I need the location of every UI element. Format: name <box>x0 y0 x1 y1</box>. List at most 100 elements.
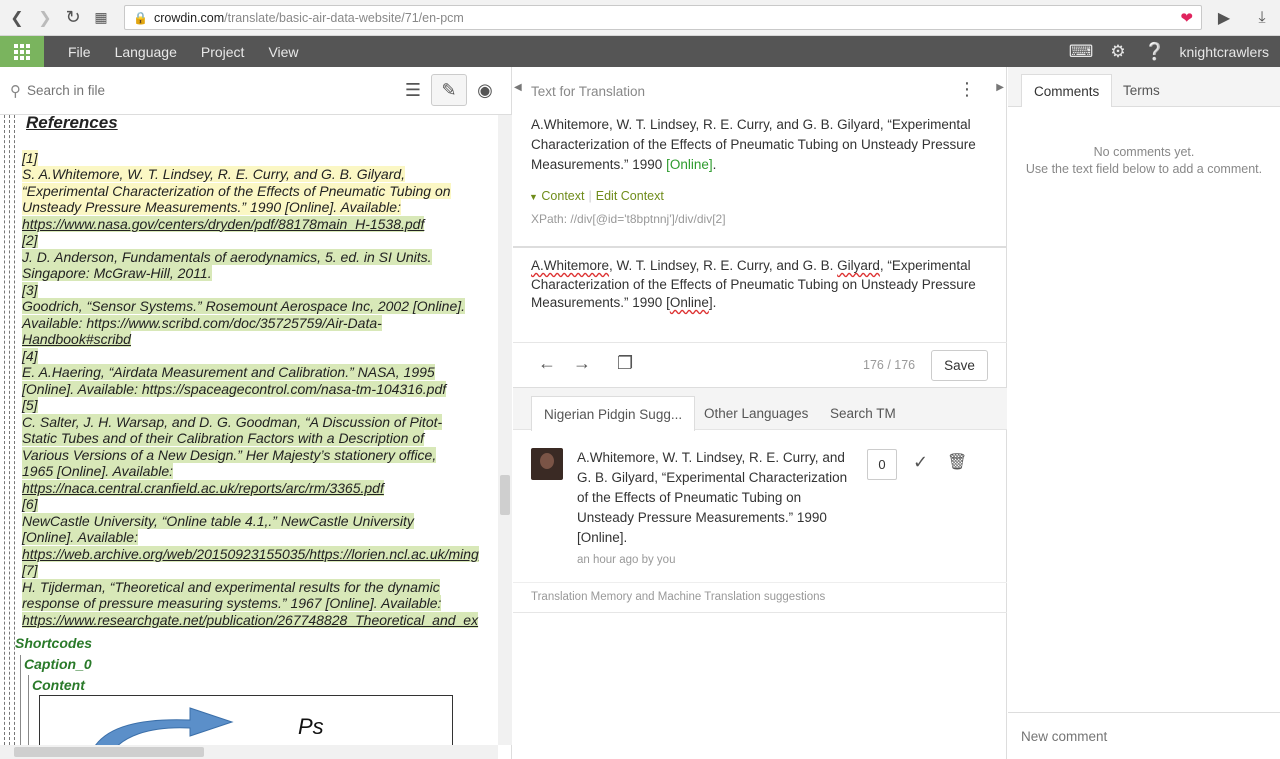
document-preview: References [1] S. A.Whitemore, W. T. Lind… <box>0 115 500 745</box>
tab-other-languages[interactable]: Other Languages <box>692 396 820 431</box>
help-icon[interactable]: ❔ <box>1137 42 1174 62</box>
misspelled-word: A.Whitemore <box>531 258 610 273</box>
comments-tabs: Comments Terms <box>1008 67 1280 107</box>
user-name[interactable]: knightcrawlers <box>1174 44 1280 60</box>
reference-text: [7] <box>22 562 38 578</box>
reference-line: [Online]. Available: https://spaceagecon… <box>22 380 500 398</box>
back-arrow-icon[interactable]: ❮ <box>3 4 31 32</box>
save-button[interactable]: Save <box>931 350 988 381</box>
reference-line: response of pressure measuring systems.”… <box>22 595 500 612</box>
references-list: [1] S. A.Whitemore, W. T. Lindsey, R. E. … <box>22 149 500 629</box>
reference-line: [Online]. Available: <box>22 529 500 546</box>
send-icon[interactable]: ▶ <box>1210 4 1238 32</box>
reference-text: NewCastle University, “Online table 4.1,… <box>22 512 414 529</box>
eye-icon[interactable]: ◉ <box>467 74 503 106</box>
source-tag: [Online] <box>666 157 713 172</box>
reference-text: Goodrich, “Sensor Systems.” Rosemount Ae… <box>22 298 466 314</box>
reference-line: https://naca.central.cranfield.ac.uk/rep… <box>22 479 500 497</box>
reference-line: https://www.researchgate.net/publication… <box>22 611 500 629</box>
content-image: Ps <box>39 695 453 745</box>
arrow-graphic <box>95 707 234 745</box>
gear-icon[interactable]: ⚙ <box>1100 42 1137 62</box>
reference-text: 1965 [Online]. Available: <box>22 463 173 479</box>
horizontal-scrollbar[interactable] <box>0 745 498 759</box>
reference-line: Goodrich, “Sensor Systems.” Rosemount Ae… <box>22 298 500 315</box>
scroll-thumb[interactable] <box>14 747 204 757</box>
reference-link[interactable]: https://www.nasa.gov/centers/dryden/pdf/… <box>22 215 425 232</box>
search-input[interactable] <box>27 83 367 98</box>
reference-link[interactable]: Handbook#scribd <box>22 331 131 347</box>
tab-comments[interactable]: Comments <box>1021 74 1113 107</box>
vote-count: 0 <box>867 449 897 480</box>
reference-line: [2] <box>22 232 500 249</box>
grid-icon[interactable] <box>0 36 44 67</box>
target-text: , W. T. Lindsey, R. E. Curry, and G. B. <box>609 258 838 273</box>
menu-project[interactable]: Project <box>189 44 257 60</box>
reference-text: [2] <box>22 232 38 248</box>
misspelled-word: Gilyard <box>837 258 880 273</box>
string-counter: 176 / 176 <box>863 358 916 372</box>
scroll-thumb[interactable] <box>500 475 510 515</box>
copy-icon[interactable]: ❐ <box>617 353 633 374</box>
references-section: References [1] S. A.Whitemore, W. T. Lind… <box>22 115 500 628</box>
kebab-icon[interactable]: ⋮ <box>958 79 976 100</box>
indent-guide <box>9 115 10 745</box>
menu-file[interactable]: File <box>56 44 103 60</box>
check-icon[interactable]: ✓ <box>913 452 928 473</box>
download-icon[interactable]: ⤓ <box>1248 4 1276 32</box>
reference-link[interactable]: https://web.archive.org/web/201509231550… <box>22 545 479 562</box>
no-comments-text: No comments yet. <box>1093 145 1195 159</box>
reference-text: [4] <box>22 347 38 364</box>
caption-label: Caption_0 <box>24 656 92 672</box>
heart-icon[interactable]: ❤ <box>1180 9 1193 27</box>
tab-nigerian-pidgin[interactable]: Nigerian Pidgin Sugg... <box>531 396 696 431</box>
reference-line: NewCastle University, “Online table 4.1,… <box>22 512 500 530</box>
divider <box>513 612 1007 613</box>
reference-line: [7] <box>22 562 500 579</box>
forward-arrow-icon[interactable]: ❯ <box>31 4 59 32</box>
address-bar[interactable]: 🔒 crowdin.com/translate/basic-air-data-w… <box>124 5 1202 30</box>
trash-icon[interactable]: 🗑 <box>947 452 967 472</box>
reference-line: J. D. Anderson, Fundamentals of aerodyna… <box>22 248 500 266</box>
translation-textarea[interactable]: A.Whitemore, W. T. Lindsey, R. E. Curry,… <box>531 257 981 313</box>
tab-terms[interactable]: Terms <box>1111 74 1172 107</box>
collapse-right-icon[interactable]: ▶ <box>996 82 1004 93</box>
reference-line: E. A.Haering, “Airdata Measurement and C… <box>22 364 500 381</box>
vertical-scrollbar[interactable] <box>498 115 512 745</box>
avatar <box>531 448 563 480</box>
menu-language[interactable]: Language <box>103 44 189 60</box>
suggestion-item: A.Whitemore, W. T. Lindsey, R. E. Curry,… <box>513 430 1007 583</box>
edit-context-link[interactable]: Edit Context <box>596 189 664 203</box>
url-path: /translate/basic-air-data-website/71/en-… <box>224 10 464 25</box>
menu-view[interactable]: View <box>256 44 310 60</box>
next-arrow-icon[interactable]: → <box>573 353 591 374</box>
reference-line: H. Tijderman, “Theoretical and experimen… <box>22 578 500 596</box>
caret-down-icon: ▼ <box>529 192 538 202</box>
reference-line: Available: https://www.scribd.com/doc/35… <box>22 314 500 332</box>
keyboard-icon[interactable]: ⌨ <box>1063 42 1100 62</box>
tab-search-tm[interactable]: Search TM <box>818 396 908 431</box>
indent-guide <box>4 115 5 745</box>
previous-arrow-icon[interactable]: ← <box>538 353 556 374</box>
reference-text: J. D. Anderson, Fundamentals of aerodyna… <box>22 248 432 265</box>
reference-text: Singapore: McGraw-Hill, 2011. <box>22 265 212 281</box>
translation-header: ◀ Text for Translation ⋮ ▶ <box>513 67 1006 115</box>
reference-link[interactable]: https://www.researchgate.net/publication… <box>22 611 479 628</box>
new-comment-input[interactable] <box>1021 728 1261 744</box>
reference-line: [5] <box>22 397 500 414</box>
reference-text: E. A.Haering, “Airdata Measurement and C… <box>22 364 435 380</box>
suggestion-tabs: Nigerian Pidgin Sugg... Other Languages … <box>513 387 1007 431</box>
collapse-left-icon[interactable]: ◀ <box>514 82 522 93</box>
suggestion-text[interactable]: A.Whitemore, W. T. Lindsey, R. E. Curry,… <box>577 448 852 548</box>
translation-panel: ◀ Text for Translation ⋮ ▶ A.Whitemore, … <box>513 67 1007 759</box>
reference-text: “Experimental Characterization of the Ef… <box>22 182 451 199</box>
reference-line: “Experimental Characterization of the Ef… <box>22 182 500 200</box>
reference-line: [4] <box>22 347 500 365</box>
pencil-icon[interactable]: ✎ <box>431 74 467 106</box>
list-icon[interactable]: ☰ <box>395 74 431 106</box>
reference-line: [6] <box>22 496 500 513</box>
reload-icon[interactable]: ↻ <box>59 4 87 32</box>
apps-icon[interactable]: ▦ <box>87 4 115 32</box>
reference-link[interactable]: https://naca.central.cranfield.ac.uk/rep… <box>22 479 384 496</box>
context-toggle[interactable]: Context <box>541 189 584 203</box>
